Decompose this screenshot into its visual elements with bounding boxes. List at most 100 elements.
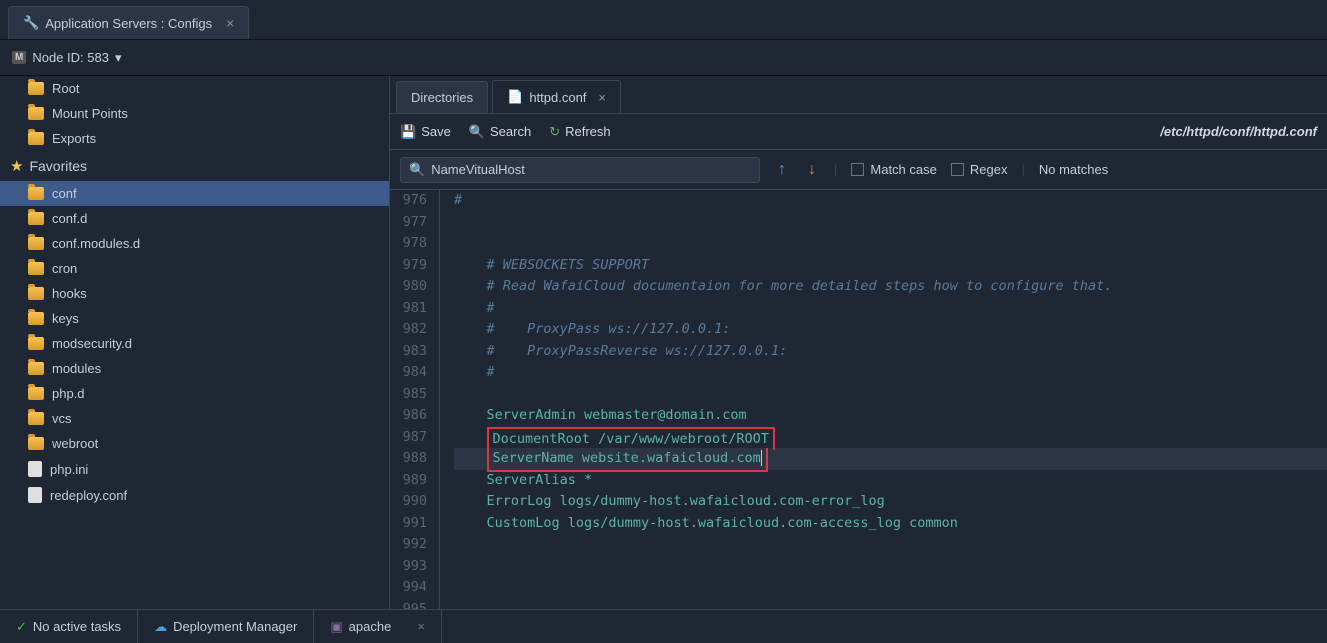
search-prev-button[interactable]: ↑	[774, 161, 790, 179]
code-line[interactable]: # ProxyPass ws://127.0.0.1:	[454, 319, 1327, 341]
sidebar-item-mount-points[interactable]: Mount Points	[0, 101, 389, 126]
sidebar-item-modsecurity-d[interactable]: modsecurity.d	[0, 331, 389, 356]
code-line[interactable]	[454, 599, 1327, 610]
search-button[interactable]: 🔍 Search	[469, 124, 531, 140]
code-line[interactable]: CustomLog logs/dummy-host.wafaicloud.com…	[454, 513, 1327, 535]
close-icon[interactable]: ×	[226, 15, 234, 31]
tab-label: httpd.conf	[529, 90, 586, 105]
line-number: 994	[390, 577, 427, 599]
item-label: conf.modules.d	[52, 236, 140, 251]
folder-icon	[28, 412, 44, 425]
node-selector[interactable]: M Node ID: 583 ▾	[12, 50, 121, 66]
node-id-label: Node ID: 583	[32, 50, 109, 65]
code-line[interactable]: ServerAlias *	[454, 470, 1327, 492]
save-button[interactable]: 💾 Save	[400, 124, 451, 140]
cloud-icon: ☁	[154, 619, 167, 635]
code-line[interactable]: #	[454, 298, 1327, 320]
line-number: 976	[390, 190, 427, 212]
sidebar-item-conf-modules-d[interactable]: conf.modules.d	[0, 231, 389, 256]
editor-area: Directories 📄 httpd.conf × 💾 Save 🔍 Sear…	[390, 76, 1327, 609]
folder-icon	[28, 337, 44, 350]
search-input[interactable]	[431, 162, 751, 177]
chevron-down-icon: ▾	[115, 50, 122, 66]
code-line[interactable]: ErrorLog logs/dummy-host.wafaicloud.com-…	[454, 491, 1327, 513]
sidebar-item-exports[interactable]: Exports	[0, 126, 389, 151]
folder-icon	[28, 107, 44, 120]
refresh-button[interactable]: ↻ Refresh	[549, 124, 610, 140]
line-number: 983	[390, 341, 427, 363]
close-icon[interactable]: ×	[417, 619, 425, 634]
tasks-status[interactable]: ✓ No active tasks	[0, 610, 138, 643]
sidebar-item-php-d[interactable]: php.d	[0, 381, 389, 406]
search-next-button[interactable]: ↓	[804, 161, 820, 179]
folder-icon	[28, 187, 44, 200]
favorites-header[interactable]: ★ Favorites	[0, 151, 389, 181]
save-icon: 💾	[400, 124, 416, 140]
line-number: 995	[390, 599, 427, 610]
code-line[interactable]	[454, 212, 1327, 234]
sidebar-item-vcs[interactable]: vcs	[0, 406, 389, 431]
magnifier-icon: 🔍	[409, 162, 425, 178]
code-line[interactable]	[454, 233, 1327, 255]
app-tab-configs[interactable]: 🔧 Application Servers : Configs ×	[8, 6, 249, 39]
sidebar-item-modules[interactable]: modules	[0, 356, 389, 381]
sidebar-item-redeploy-conf[interactable]: redeploy.conf	[0, 482, 389, 508]
code-line[interactable]	[454, 577, 1327, 599]
match-case-checkbox[interactable]: Match case	[851, 162, 936, 177]
folder-icon	[28, 387, 44, 400]
code-line[interactable]: #	[454, 190, 1327, 212]
refresh-icon: ↻	[549, 124, 560, 140]
code-line[interactable]: ServerAdmin webmaster@domain.com	[454, 405, 1327, 427]
code-content[interactable]: # # WEBSOCKETS SUPPORT # Read WafaiCloud…	[440, 190, 1327, 609]
line-number: 979	[390, 255, 427, 277]
tab-title: Application Servers : Configs	[45, 16, 212, 31]
code-line[interactable]: DocumentRoot /var/www/webroot/ROOT	[454, 427, 1327, 449]
apache-item[interactable]: ▣ apache ×	[314, 610, 442, 643]
close-icon[interactable]: ×	[598, 90, 606, 105]
sidebar-item-root[interactable]: Root	[0, 76, 389, 101]
sidebar-item-cron[interactable]: cron	[0, 256, 389, 281]
sidebar-item-keys[interactable]: keys	[0, 306, 389, 331]
code-line[interactable]	[454, 556, 1327, 578]
sidebar-item-hooks[interactable]: hooks	[0, 281, 389, 306]
code-editor[interactable]: 9769779789799809819829839849859869879889…	[390, 190, 1327, 609]
file-icon	[28, 487, 42, 503]
favorites-label: Favorites	[29, 158, 87, 174]
code-line[interactable]: # WEBSOCKETS SUPPORT	[454, 255, 1327, 277]
code-line[interactable]	[454, 534, 1327, 556]
sidebar-item-conf[interactable]: conf	[0, 181, 389, 206]
code-line[interactable]: # ProxyPassReverse ws://127.0.0.1:	[454, 341, 1327, 363]
line-number: 980	[390, 276, 427, 298]
sidebar-item-php-ini[interactable]: php.ini	[0, 456, 389, 482]
server-icon: M	[12, 51, 26, 64]
file-icon	[28, 461, 42, 477]
tab-httpd-conf[interactable]: 📄 httpd.conf ×	[492, 80, 621, 113]
tab-directories[interactable]: Directories	[396, 81, 488, 113]
line-number: 981	[390, 298, 427, 320]
item-label: hooks	[52, 286, 87, 301]
sidebar-item-webroot[interactable]: webroot	[0, 431, 389, 456]
folder-icon	[28, 287, 44, 300]
sidebar-item-conf-d[interactable]: conf.d	[0, 206, 389, 231]
item-label: modules	[52, 361, 101, 376]
code-line[interactable]: # Read WafaiCloud documentaion for more …	[454, 276, 1327, 298]
line-number: 993	[390, 556, 427, 578]
tasks-label: No active tasks	[33, 619, 121, 634]
node-bar: M Node ID: 583 ▾	[0, 40, 1327, 76]
apache-label: apache	[349, 619, 392, 634]
folder-icon	[28, 132, 44, 145]
line-number: 984	[390, 362, 427, 384]
item-label: php.ini	[50, 462, 88, 477]
deployment-label: Deployment Manager	[173, 619, 297, 634]
code-line[interactable]	[454, 384, 1327, 406]
regex-checkbox[interactable]: Regex	[951, 162, 1008, 177]
search-input-wrap[interactable]: 🔍	[400, 157, 760, 183]
tab-label: Directories	[411, 90, 473, 105]
deployment-manager-button[interactable]: ☁ Deployment Manager	[138, 610, 314, 643]
line-number: 991	[390, 513, 427, 535]
item-label: Root	[52, 81, 79, 96]
code-line[interactable]: #	[454, 362, 1327, 384]
folder-icon	[28, 237, 44, 250]
code-line[interactable]: ServerName website.wafaicloud.com	[454, 448, 1327, 470]
apache-icon: ▣	[330, 619, 342, 635]
